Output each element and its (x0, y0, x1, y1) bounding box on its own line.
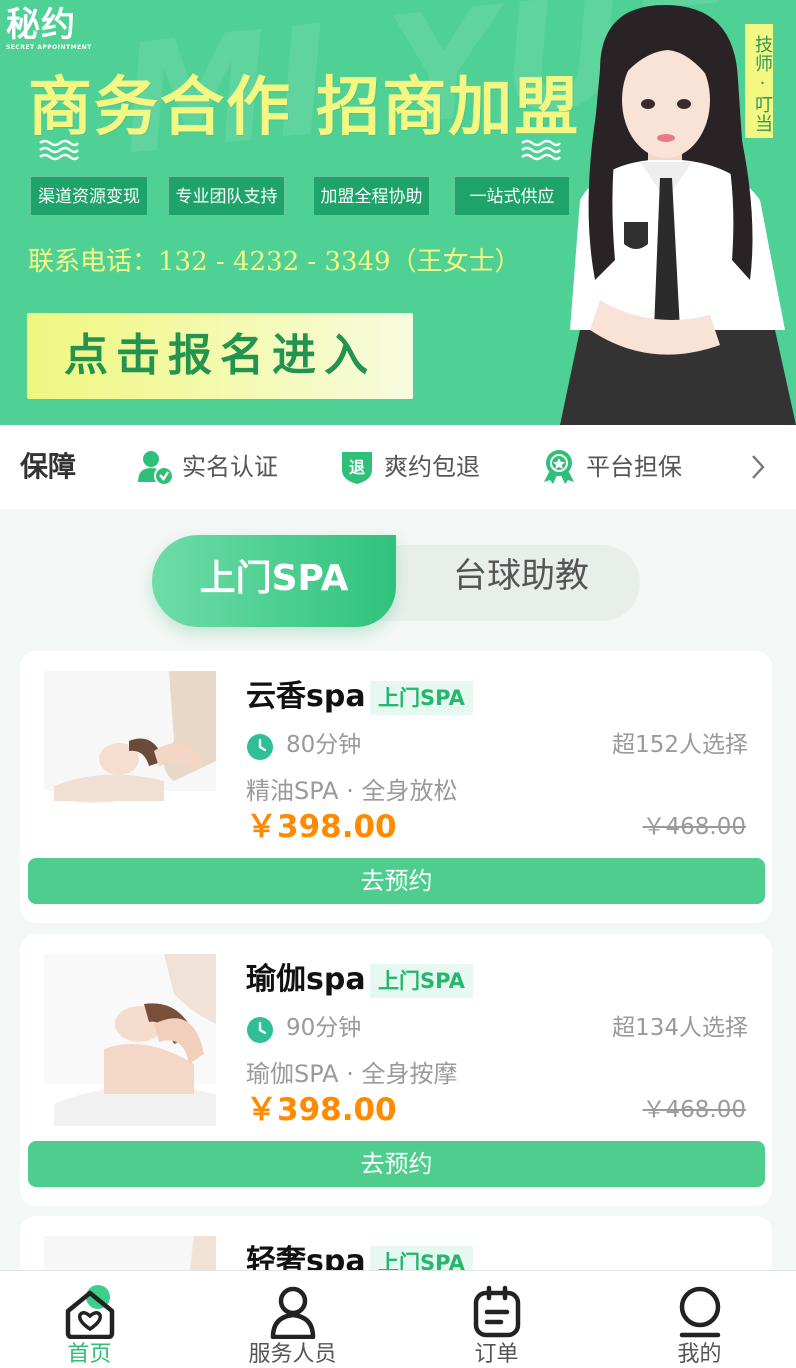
guarantee-bar[interactable]: 保障 实名认证 退 爽约包退 平台担保 (0, 425, 796, 509)
tab-home[interactable]: 首页 (0, 1271, 189, 1368)
banner-tag: 一站式供应 (454, 176, 570, 216)
tab-billiards-coach[interactable]: 台球助教 (402, 545, 640, 615)
service-name: 云香spa (246, 679, 366, 714)
banner-tag: 专业团队支持 (168, 176, 285, 216)
bottom-tab-bar: 首页 服务人员 订单 我的 (0, 1270, 796, 1368)
profile-icon (679, 1286, 721, 1338)
service-popularity: 超152人选择 (612, 732, 748, 758)
service-price: ￥398.00 (246, 1092, 397, 1128)
guarantee-label: 爽约包退 (384, 453, 480, 481)
calendar-icon (473, 1285, 521, 1338)
service-card[interactable]: 云香spa 上门SPA 80分钟 超152人选择 精油SPA · 全身放松 ￥3… (20, 651, 772, 923)
clock-icon (247, 1017, 273, 1043)
service-description: 瑜伽SPA · 全身按摩 (246, 1060, 458, 1088)
service-name: 瑜伽spa (246, 962, 366, 997)
tab-profile[interactable]: 我的 (600, 1271, 796, 1368)
signup-button-label: 点击报名进入 (64, 330, 376, 381)
tab-orders[interactable]: 订单 (397, 1271, 596, 1368)
refund-shield-icon: 退 (342, 452, 372, 484)
service-original-price: ￥468.00 (642, 1097, 746, 1123)
tab-label: 我的 (677, 1342, 722, 1367)
guarantee-item-verified[interactable]: 实名认证 (136, 447, 278, 487)
promo-banner[interactable]: MI YUE 秘约 SECRET APPOINTMENT 商务合作 招商加盟 渠… (0, 0, 796, 425)
banner-headline: 商务合作 招商加盟 (28, 71, 581, 145)
award-ribbon-icon (544, 450, 574, 484)
tab-label: 订单 (474, 1342, 519, 1367)
verified-user-icon (138, 451, 174, 486)
tab-staff[interactable]: 服务人员 (193, 1271, 392, 1368)
technician-badge: 技师·叮当 (745, 24, 773, 138)
service-popularity: 超134人选择 (612, 1015, 748, 1041)
service-thumbnail (44, 671, 216, 843)
person-icon (270, 1286, 316, 1339)
service-category-badge: 上门SPA (370, 681, 473, 715)
book-button[interactable]: 去预约 (28, 858, 765, 904)
guarantee-item-refund[interactable]: 退 爽约包退 (338, 447, 480, 487)
service-card[interactable]: 瑜伽spa 上门SPA 90分钟 超134人选择 瑜伽SPA · 全身按摩 ￥3… (20, 934, 772, 1206)
banner-tag: 加盟全程协助 (313, 176, 430, 216)
tab-label: 首页 (67, 1342, 112, 1367)
guarantee-label: 实名认证 (182, 453, 278, 481)
contact-phone: 联系电话：132 - 4232 - 3349（王女士） (28, 247, 521, 277)
service-thumbnail (44, 954, 216, 1126)
logo-text: 秘约 (6, 5, 76, 45)
guarantee-title: 保障 (20, 450, 77, 483)
chevron-right-icon[interactable] (748, 452, 768, 482)
app-logo: 秘约 SECRET APPOINTMENT (6, 6, 92, 52)
service-original-price: ￥468.00 (642, 814, 746, 840)
service-price: ￥398.00 (246, 809, 397, 845)
guarantee-label: 平台担保 (586, 453, 682, 481)
wave-decoration-icon (39, 139, 79, 161)
banner-tag: 渠道资源变现 (30, 176, 148, 216)
home-heart-icon (65, 1285, 115, 1339)
tab-home-spa[interactable]: 上门SPA (152, 535, 396, 627)
signup-button[interactable]: 点击报名进入 (27, 313, 413, 399)
service-card[interactable]: 轻奢spa 上门SPA (20, 1216, 772, 1280)
svg-text:退: 退 (349, 458, 365, 477)
logo-subtitle: SECRET APPOINTMENT (6, 44, 92, 51)
service-duration: 90分钟 (286, 1015, 362, 1041)
category-switch[interactable]: 台球助教 上门SPA (152, 535, 640, 627)
tab-label: 服务人员 (248, 1342, 337, 1367)
service-category-badge: 上门SPA (370, 964, 473, 998)
clock-icon (247, 734, 273, 760)
book-button[interactable]: 去预约 (28, 1141, 765, 1187)
guarantee-item-platform[interactable]: 平台担保 (540, 447, 682, 487)
wave-decoration-icon (521, 139, 561, 161)
service-duration: 80分钟 (286, 732, 362, 758)
service-description: 精油SPA · 全身放松 (246, 777, 458, 805)
